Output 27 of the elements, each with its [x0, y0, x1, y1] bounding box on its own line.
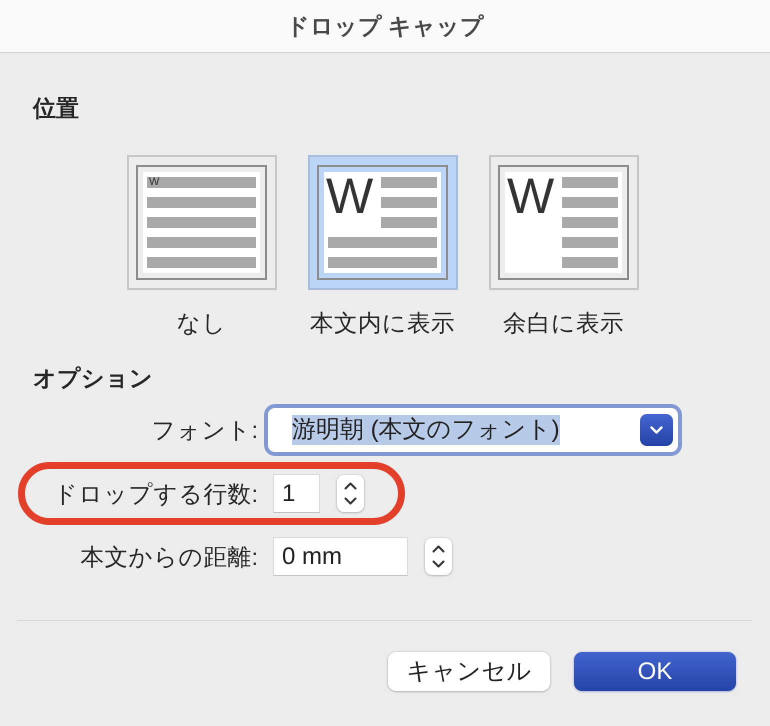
section-heading: 位置 — [33, 94, 79, 123]
drop-cap-letter: W — [149, 177, 160, 188]
stepper[interactable] — [425, 538, 452, 575]
input-field[interactable]: 0 mm — [273, 537, 408, 576]
drop-cap-letter: W — [507, 176, 554, 216]
drop-cap-letter: W — [326, 176, 374, 216]
layout-option-button[interactable]: W — [488, 155, 638, 290]
section-heading: オプション — [33, 364, 153, 393]
chevron-down-icon — [432, 560, 445, 568]
font-select[interactable]: 游明朝 (本文のフォント) — [268, 408, 678, 452]
chevron-up-icon — [344, 482, 357, 490]
stepper[interactable] — [337, 475, 364, 512]
cancel-button[interactable]: キャンセル — [388, 652, 550, 691]
field-label: 本文からの距離: — [80, 542, 258, 572]
option-label: 本文内に表示 — [310, 309, 455, 338]
layout-option-button[interactable]: W — [126, 155, 276, 290]
layout-option-button[interactable]: W — [308, 155, 458, 290]
option-label: 余白に表示 — [503, 309, 624, 338]
chevron-up-icon — [432, 545, 445, 553]
option-label: なし — [176, 309, 226, 338]
ok-button[interactable]: OK — [574, 652, 736, 691]
input-field[interactable]: 1 — [273, 474, 320, 513]
chevron-down-icon — [344, 497, 357, 505]
field-label: ドロップする行数: — [53, 480, 258, 508]
dialog-title: ドロップ キャップ — [286, 12, 484, 41]
field-label: フォント: — [151, 416, 258, 445]
chevron-down-icon — [640, 414, 673, 446]
